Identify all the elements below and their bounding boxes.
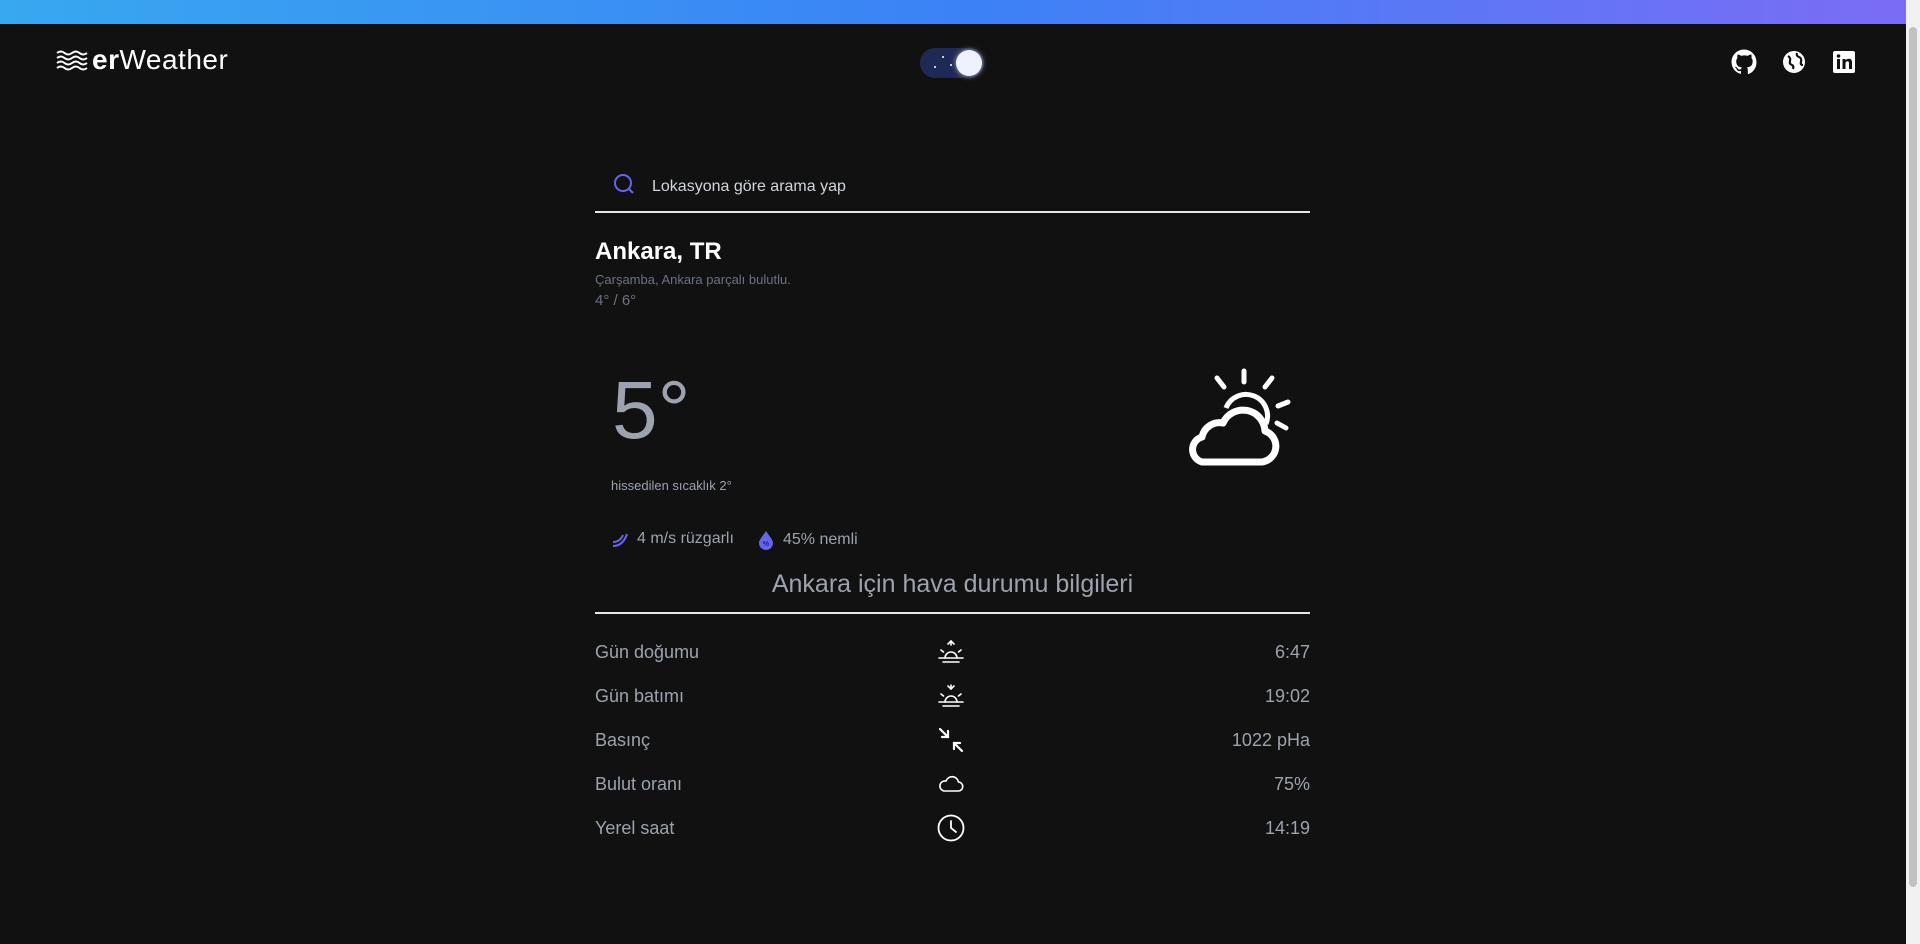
theme-toggle[interactable] — [920, 48, 984, 78]
github-link[interactable] — [1730, 48, 1758, 76]
scrollbar-thumb[interactable] — [1909, 27, 1917, 887]
wind-stat: 4 m/s rüzgarlı — [611, 530, 734, 548]
detail-row-clouds: Bulut oranı 75% — [595, 764, 1310, 804]
scrollbar[interactable] — [1906, 0, 1920, 944]
detail-value: 75% — [1273, 774, 1310, 794]
detail-label: Yerel saat — [595, 818, 675, 838]
search-icon — [614, 174, 634, 194]
wind-icon — [612, 533, 628, 547]
detail-row-local-time: Yerel saat 14:19 — [595, 808, 1310, 848]
detail-label: Gün batımı — [595, 686, 685, 706]
star-dot — [942, 56, 944, 58]
details-title: Ankara için hava durumu bilgileri — [771, 570, 1134, 598]
app-logo[interactable]: erWeather — [56, 44, 228, 76]
sunrise-icon — [937, 638, 965, 666]
humidity-text: 45% nemli — [783, 531, 858, 548]
city-name: Ankara, TR — [595, 238, 722, 265]
sunset-icon — [937, 682, 965, 710]
waves-icon — [56, 50, 88, 71]
clock-icon — [937, 814, 965, 842]
detail-row-sunset: Gün batımı 19:02 — [595, 676, 1310, 716]
detail-value: 1022 pHa — [1231, 730, 1310, 750]
star-dot — [950, 64, 952, 66]
toggle-knob — [956, 50, 982, 76]
feels-like: hissedilen sıcaklık 2° — [611, 478, 732, 493]
current-temperature: 5° — [612, 365, 691, 456]
pressure-icon — [937, 726, 965, 754]
linkedin-icon — [1833, 51, 1855, 73]
linkedin-link[interactable] — [1830, 48, 1858, 76]
weather-description: Çarşamba, Ankara parçalı bulutlu. — [595, 272, 791, 287]
partly-cloudy-icon — [1189, 368, 1291, 466]
search-bar — [595, 159, 1310, 213]
wind-text: 4 m/s rüzgarlı — [637, 530, 734, 547]
top-gradient-bar — [0, 0, 1920, 24]
svg-text:%: % — [763, 541, 769, 548]
detail-label: Basınç — [595, 730, 651, 750]
globe-icon — [1783, 51, 1805, 73]
detail-label: Bulut oranı — [595, 774, 683, 794]
detail-value: 19:02 — [1264, 686, 1310, 706]
humidity-icon: % — [759, 531, 773, 550]
detail-value: 14:19 — [1264, 818, 1310, 838]
min-max-temperature: 4° / 6° — [595, 292, 637, 309]
detail-value: 6:47 — [1274, 642, 1310, 662]
website-link[interactable] — [1780, 48, 1808, 76]
github-icon — [1731, 49, 1757, 75]
search-input[interactable] — [650, 173, 1274, 201]
detail-row-sunrise: Gün doğumu 6:47 — [595, 632, 1310, 672]
detail-row-pressure: Basınç 1022 pHa — [595, 720, 1310, 760]
star-dot — [934, 66, 936, 68]
humidity-stat: % 45% nemli — [757, 530, 858, 550]
cloud-icon — [937, 770, 965, 798]
detail-label: Gün doğumu — [595, 642, 700, 662]
logo-text: erWeather — [92, 44, 229, 75]
details-divider — [595, 612, 1310, 614]
